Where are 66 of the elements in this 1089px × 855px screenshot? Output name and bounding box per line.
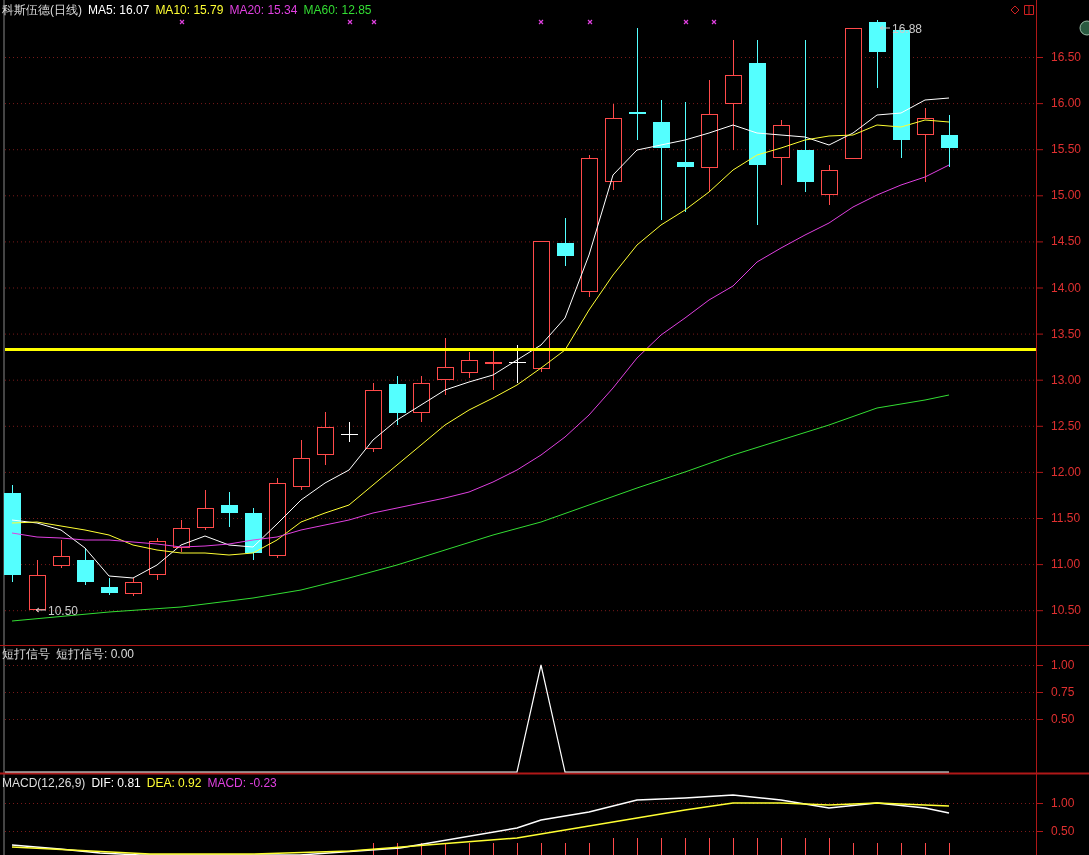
candlestick — [197, 489, 214, 531]
signal-cross-icon — [538, 19, 544, 25]
candlestick — [317, 411, 334, 466]
indicator-value: 短打信号: 0.00 — [56, 646, 135, 662]
indicator-value: MA10: 15.79 — [155, 2, 224, 18]
axis-label: 12.50 — [1051, 418, 1082, 433]
candlestick — [53, 539, 70, 569]
indicator-value: MACD: -0.23 — [207, 775, 277, 791]
axis-label: 11.00 — [1051, 557, 1081, 572]
axis-label: 12.00 — [1051, 464, 1082, 479]
axis-label: 10.50 — [1051, 603, 1082, 618]
signal-cross-icon — [347, 19, 353, 25]
axis-label: 11.50 — [1051, 511, 1081, 525]
candlestick — [173, 519, 190, 553]
candlestick — [437, 337, 454, 396]
candlestick — [557, 217, 574, 267]
signal-cross-icon — [371, 19, 377, 25]
candlestick — [941, 114, 958, 168]
candlestick — [508, 344, 527, 384]
axis-label: 16.50 — [1051, 50, 1082, 64]
candlestick — [389, 375, 406, 426]
candlestick — [245, 507, 262, 561]
axis-label: 14.50 — [1051, 234, 1082, 249]
diamond-icon[interactable] — [1010, 5, 1020, 15]
candlestick — [101, 577, 118, 596]
candlestick — [821, 164, 838, 206]
indicator-value: MA60: 12.85 — [303, 2, 372, 18]
axis-label: 1.00 — [1051, 796, 1075, 810]
axis-label: 14.00 — [1051, 280, 1082, 295]
low-price-label: 10.50 — [48, 604, 79, 618]
axis-label: 0.50 — [1051, 824, 1075, 838]
round-button-icon[interactable] — [1079, 20, 1089, 36]
axis-label: 13.00 — [1051, 372, 1082, 387]
axis-label: 0.75 — [1051, 685, 1075, 699]
arrow-icon — [35, 607, 47, 613]
indicator-value: DEA: 0.92 — [146, 775, 202, 791]
axis-label: 16.00 — [1051, 96, 1082, 111]
candlestick — [340, 421, 359, 443]
axis-label: 13.50 — [1051, 326, 1082, 341]
high-price-label: 16.88 — [892, 22, 923, 36]
chart-title: 科斯伍德(日线) — [2, 2, 82, 18]
panel-toggle-icon[interactable] — [1024, 5, 1034, 15]
indicator-value: MA5: 16.07 — [88, 2, 150, 18]
signal-cross-icon — [587, 19, 593, 25]
axis-label: 15.00 — [1051, 188, 1082, 203]
candlestick — [125, 577, 142, 597]
candlestick — [29, 559, 46, 613]
signal-cross-icon — [179, 19, 185, 25]
signal-cross-icon — [683, 19, 689, 25]
candlestick — [773, 119, 790, 186]
candlestick — [869, 19, 886, 89]
candlestick — [461, 351, 478, 379]
indicator-value: DIF: 0.81 — [91, 775, 141, 791]
axis-label: 15.50 — [1051, 142, 1082, 157]
axis-label: 1.00 — [1051, 658, 1075, 672]
signal-cross-icon — [711, 19, 717, 25]
candlestick — [293, 439, 310, 491]
candlestick — [365, 382, 382, 453]
panel-title: 短打信号 — [2, 646, 50, 662]
axis-label: 0.50 — [1051, 712, 1075, 726]
indicator-value: MA20: 15.34 — [229, 2, 298, 18]
panel-title: MACD(12,26,9) — [2, 775, 86, 791]
arrow-icon — [879, 25, 891, 31]
candlestick — [413, 375, 430, 423]
candlestick — [221, 491, 238, 528]
candlestick — [77, 547, 94, 586]
